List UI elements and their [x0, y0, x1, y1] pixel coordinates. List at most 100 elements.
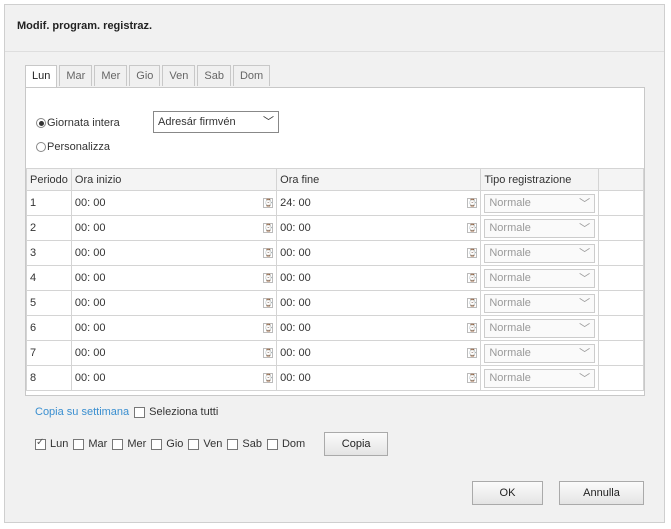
start-time-value[interactable]: 00: 00	[75, 247, 106, 259]
end-time-value[interactable]: 00: 00	[280, 347, 311, 359]
start-time-cell[interactable]: 00: 00 ⌚	[70, 365, 278, 391]
start-time-cell[interactable]: 00: 00 ⌚	[70, 290, 278, 316]
record-type-select[interactable]: Normale ﹀	[484, 268, 596, 288]
start-time-value[interactable]: 00: 00	[75, 372, 106, 384]
copy-day-dom[interactable]: Dom	[266, 438, 305, 450]
clock-icon[interactable]: ⌚	[467, 348, 478, 358]
table-header-row: Periodo Ora inizio Ora fine Tipo registr…	[26, 168, 644, 191]
clock-icon[interactable]: ⌚	[263, 348, 274, 358]
tab-mar[interactable]: Mar	[59, 65, 93, 86]
copy-button[interactable]: Copia	[324, 432, 389, 456]
tab-ven[interactable]: Ven	[162, 65, 196, 86]
checkbox-sab[interactable]	[227, 438, 239, 450]
record-type-cell[interactable]: Normale ﹀	[480, 240, 600, 266]
start-time-cell[interactable]: 00: 00 ⌚	[70, 190, 278, 216]
copy-day-gio[interactable]: Gio	[151, 438, 183, 450]
end-time-cell[interactable]: 00: 00 ⌚	[276, 340, 482, 366]
clock-icon[interactable]: ⌚	[263, 223, 274, 233]
start-time-cell[interactable]: 00: 00 ⌚	[70, 340, 278, 366]
record-type-cell[interactable]: Normale ﹀	[480, 290, 600, 316]
checkbox-ven[interactable]	[188, 438, 200, 450]
copy-week-link[interactable]: Copia su settimana	[35, 406, 129, 418]
tab-lun[interactable]: Lun	[25, 65, 58, 88]
clock-icon[interactable]: ⌚	[263, 273, 274, 283]
all-day-select[interactable]: Adresár firmvén ﹀	[153, 111, 279, 133]
end-time-value[interactable]: 00: 00	[280, 372, 311, 384]
record-type-select[interactable]: Normale ﹀	[484, 193, 596, 213]
record-type-cell[interactable]: Normale ﹀	[480, 365, 600, 391]
end-time-cell[interactable]: 00: 00 ⌚	[276, 365, 482, 391]
record-type-cell[interactable]: Normale ﹀	[480, 190, 600, 216]
record-type-select[interactable]: Normale ﹀	[484, 318, 596, 338]
spacer-cell	[598, 365, 644, 391]
record-type-select[interactable]: Normale ﹀	[484, 218, 596, 238]
start-time-value[interactable]: 00: 00	[75, 222, 106, 234]
record-type-cell[interactable]: Normale ﹀	[480, 265, 600, 291]
checkbox-mar[interactable]	[73, 438, 85, 450]
checkbox-mer[interactable]	[112, 438, 124, 450]
clock-icon[interactable]: ⌚	[263, 373, 274, 383]
record-type-select[interactable]: Normale ﹀	[484, 293, 596, 313]
clock-icon[interactable]: ⌚	[467, 373, 478, 383]
end-time-cell[interactable]: 00: 00 ⌚	[276, 315, 482, 341]
clock-icon[interactable]: ⌚	[263, 198, 274, 208]
cancel-button[interactable]: Annulla	[559, 481, 644, 505]
tab-gio[interactable]: Gio	[129, 65, 161, 86]
clock-icon[interactable]: ⌚	[263, 298, 274, 308]
copy-day-lun[interactable]: Lun	[35, 437, 68, 450]
clock-icon[interactable]: ⌚	[263, 248, 274, 258]
checkbox-lun[interactable]	[35, 437, 46, 450]
tab-sab[interactable]: Sab	[197, 65, 231, 86]
end-time-value[interactable]: 00: 00	[280, 272, 311, 284]
start-time-value[interactable]: 00: 00	[75, 297, 106, 309]
clock-icon[interactable]: ⌚	[467, 273, 478, 283]
end-time-value[interactable]: 24: 00	[280, 197, 311, 209]
custom-radio[interactable]	[36, 142, 46, 152]
custom-option[interactable]: Personalizza	[36, 141, 110, 153]
end-time-cell[interactable]: 00: 00 ⌚	[276, 240, 482, 266]
checkbox-gio[interactable]	[151, 438, 163, 450]
all-day-radio[interactable]	[36, 118, 46, 128]
end-time-value[interactable]: 00: 00	[280, 247, 311, 259]
end-time-value[interactable]: 00: 00	[280, 297, 311, 309]
checkbox-dom[interactable]	[266, 438, 278, 450]
start-time-cell[interactable]: 00: 00 ⌚	[70, 215, 278, 241]
end-time-cell[interactable]: 24: 00 ⌚	[276, 190, 482, 216]
copy-day-mar[interactable]: Mar	[73, 438, 107, 450]
chevron-down-icon: ﹀	[579, 348, 591, 360]
record-type-cell[interactable]: Normale ﹀	[480, 315, 600, 341]
clock-icon[interactable]: ⌚	[467, 248, 478, 258]
start-time-value[interactable]: 00: 00	[75, 272, 106, 284]
clock-icon[interactable]: ⌚	[263, 323, 274, 333]
clock-icon[interactable]: ⌚	[467, 198, 478, 208]
copy-day-ven[interactable]: Ven	[188, 438, 222, 450]
period-cell: 6	[26, 315, 72, 341]
start-time-cell[interactable]: 00: 00 ⌚	[70, 240, 278, 266]
start-time-value[interactable]: 00: 00	[75, 322, 106, 334]
end-time-cell[interactable]: 00: 00 ⌚	[276, 215, 482, 241]
copy-day-mer[interactable]: Mer	[112, 438, 146, 450]
record-type-select[interactable]: Normale ﹀	[484, 343, 596, 363]
record-type-cell[interactable]: Normale ﹀	[480, 340, 600, 366]
end-time-cell[interactable]: 00: 00 ⌚	[276, 265, 482, 291]
start-time-value[interactable]: 00: 00	[75, 197, 106, 209]
record-type-select[interactable]: Normale ﹀	[484, 243, 596, 263]
start-time-cell[interactable]: 00: 00 ⌚	[70, 265, 278, 291]
end-time-cell[interactable]: 00: 00 ⌚	[276, 290, 482, 316]
tab-dom[interactable]: Dom	[232, 65, 271, 86]
clock-icon[interactable]: ⌚	[467, 223, 478, 233]
spacer-cell	[598, 290, 644, 316]
tab-mer[interactable]: Mer	[94, 65, 128, 86]
end-time-value[interactable]: 00: 00	[280, 222, 311, 234]
select-all-checkbox[interactable]	[134, 406, 146, 418]
record-type-select[interactable]: Normale ﹀	[484, 368, 596, 388]
start-time-value[interactable]: 00: 00	[75, 347, 106, 359]
all-day-option[interactable]: Giornata intera	[36, 117, 120, 129]
clock-icon[interactable]: ⌚	[467, 298, 478, 308]
ok-button[interactable]: OK	[472, 481, 543, 505]
copy-day-sab[interactable]: Sab	[227, 438, 262, 450]
start-time-cell[interactable]: 00: 00 ⌚	[70, 315, 278, 341]
record-type-cell[interactable]: Normale ﹀	[480, 215, 600, 241]
clock-icon[interactable]: ⌚	[467, 323, 478, 333]
end-time-value[interactable]: 00: 00	[280, 322, 311, 334]
